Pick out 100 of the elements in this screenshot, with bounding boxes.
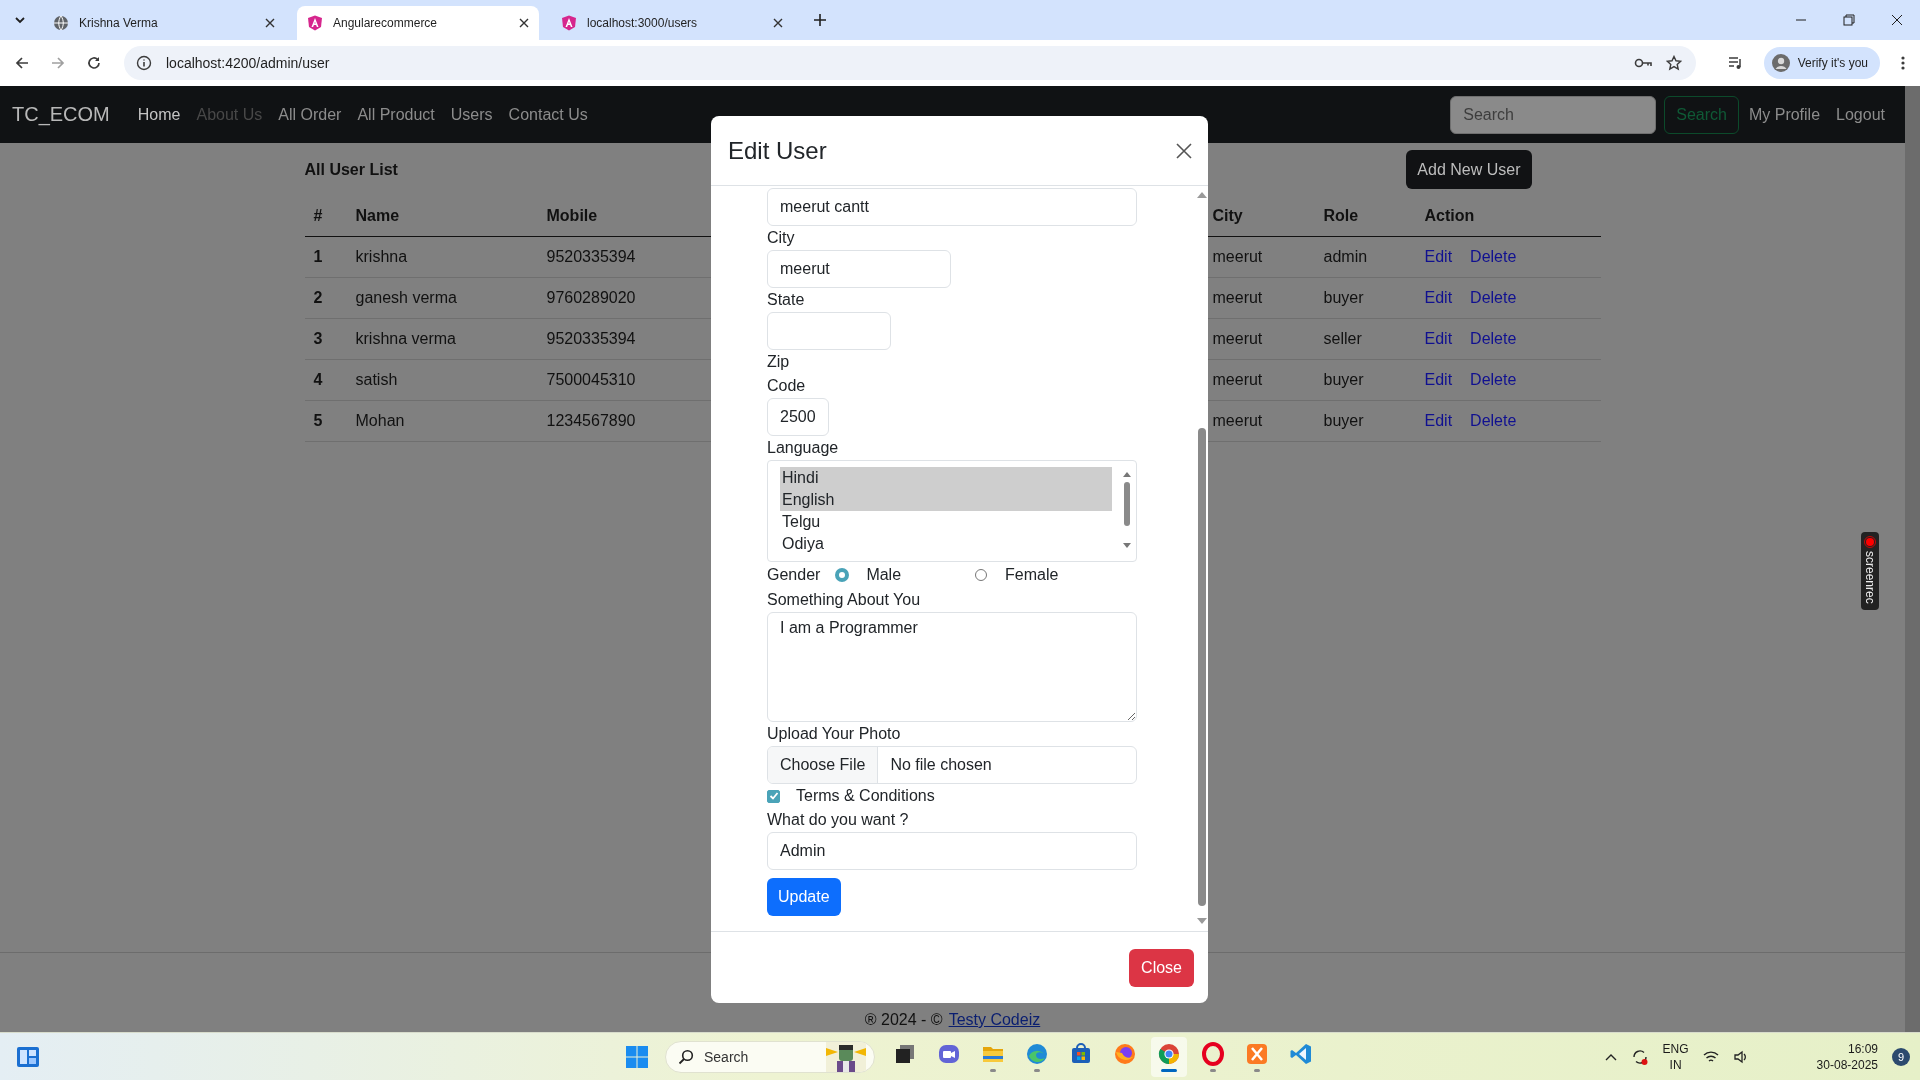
- list-option[interactable]: Telgu: [780, 511, 1112, 533]
- table-cell-text: buyer: [1322, 288, 1365, 308]
- input-field[interactable]: Admin: [767, 832, 1137, 870]
- info-icon[interactable]: [136, 55, 152, 71]
- table-cell-text: meerut: [1211, 288, 1264, 308]
- column-header: Mobile: [545, 206, 599, 226]
- key-icon[interactable]: [1633, 57, 1652, 69]
- list-option[interactable]: English: [780, 489, 1112, 511]
- input-field[interactable]: 2500: [767, 398, 829, 436]
- dialog-title: Edit User: [728, 136, 827, 165]
- nav-link[interactable]: Users: [442, 97, 501, 132]
- store-bag-icon: [1069, 1041, 1093, 1066]
- clock[interactable]: 16:09 30-08-2025: [1816, 1040, 1878, 1073]
- address-bar[interactable]: localhost:4200/admin/user: [124, 46, 1696, 80]
- delete-link[interactable]: Delete: [1470, 409, 1517, 433]
- media-icon[interactable]: [1727, 55, 1744, 71]
- table-cell-text: meerut: [1211, 411, 1264, 431]
- shield-logo-icon: [561, 15, 577, 31]
- nav-link[interactable]: All Order: [270, 97, 350, 132]
- browser-tab[interactable]: Angularecommerce: [297, 6, 539, 40]
- delete-link[interactable]: Delete: [1470, 327, 1517, 351]
- nav-link[interactable]: Home: [129, 97, 189, 132]
- delete-link[interactable]: Delete: [1470, 368, 1517, 392]
- volume-icon[interactable]: [1732, 1049, 1749, 1064]
- search-field[interactable]: Search: [1450, 95, 1657, 134]
- edit-link[interactable]: Edit: [1424, 368, 1453, 392]
- wifi-icon[interactable]: [1702, 1049, 1719, 1064]
- input-field[interactable]: meerut: [767, 250, 951, 288]
- table-cell-text: Mohan: [354, 411, 406, 431]
- add-user-button[interactable]: Add New User: [1406, 150, 1532, 189]
- list-option[interactable]: Odiya: [780, 533, 1112, 555]
- start-icon[interactable]: [625, 1044, 649, 1069]
- browser-tab[interactable]: Krishna Verma: [43, 6, 285, 40]
- field-label: Something About You: [767, 590, 921, 610]
- file-field[interactable]: Choose File No file chosen: [767, 746, 1137, 784]
- taskbar-search[interactable]: Search: [665, 1040, 875, 1073]
- choose-file-button[interactable]: Choose File: [768, 747, 879, 783]
- caret-up-icon[interactable]: [1604, 1052, 1617, 1061]
- checkbox[interactable]: [767, 789, 780, 803]
- checkbox-label: Terms & Conditions: [796, 786, 935, 806]
- edit-link[interactable]: Edit: [1424, 409, 1453, 433]
- radio-button[interactable]: [836, 569, 849, 581]
- table-cell-text: ganesh verma: [354, 288, 458, 308]
- edit-link[interactable]: Edit: [1424, 327, 1453, 351]
- reload-icon[interactable]: [86, 55, 102, 71]
- table-cell-text: 9520335394: [545, 247, 637, 267]
- update-button[interactable]: Update: [767, 878, 841, 916]
- recorder-button[interactable]: screenrec: [1861, 532, 1879, 610]
- table-cell-text: buyer: [1322, 411, 1365, 431]
- table-cell-text: 7500045310: [545, 370, 637, 390]
- close-icon[interactable]: [1176, 142, 1192, 159]
- field-label: City: [767, 228, 796, 248]
- sync-icon[interactable]: [1630, 1047, 1649, 1066]
- new-tab-icon[interactable]: [813, 13, 827, 27]
- input-field[interactable]: meerut cantt: [767, 188, 1137, 226]
- language-indicator[interactable]: ENG IN: [1662, 1040, 1689, 1073]
- listbox[interactable]: Hindi English Telgu Odiya: [767, 460, 1137, 562]
- radio-label: Male: [866, 566, 902, 584]
- star-icon[interactable]: [1665, 55, 1682, 71]
- close-icon[interactable]: [773, 18, 783, 28]
- close-icon[interactable]: [1891, 14, 1903, 26]
- edit-link[interactable]: Edit: [1424, 286, 1453, 310]
- nav-link[interactable]: All Product: [349, 97, 443, 132]
- table-cell-text: 9760289020: [545, 288, 637, 308]
- page-scrollbar[interactable]: [1905, 86, 1920, 1032]
- close-icon[interactable]: [265, 18, 275, 28]
- text-area[interactable]: I am a Programmer: [767, 612, 1137, 722]
- back-icon[interactable]: [14, 55, 30, 71]
- brand-link[interactable]: TC_ECOM: [12, 103, 110, 126]
- delete-link[interactable]: Delete: [1470, 245, 1517, 269]
- swirl-browser-icon: [1025, 1041, 1049, 1066]
- table-cell-text: 2: [312, 288, 324, 308]
- table-cell-text: meerut: [1211, 247, 1264, 267]
- input-field[interactable]: [767, 312, 891, 350]
- nav-link[interactable]: My Profile: [1740, 97, 1829, 132]
- fox-browser-icon: [1113, 1041, 1137, 1066]
- close-button[interactable]: Close: [1129, 948, 1194, 987]
- menu-icon[interactable]: [1900, 55, 1906, 71]
- table-cell-text: admin: [1322, 247, 1369, 267]
- delete-link[interactable]: Delete: [1470, 286, 1517, 310]
- footer-link[interactable]: Testy Codeiz: [948, 1011, 1041, 1029]
- widgets-icon[interactable]: [16, 1045, 40, 1068]
- nav-link[interactable]: Contact Us: [500, 97, 596, 132]
- column-header: #: [312, 206, 324, 226]
- notification-badge[interactable]: 9: [1892, 1047, 1910, 1066]
- nav-link[interactable]: Logout: [1828, 97, 1893, 132]
- column-header: Action: [1423, 206, 1476, 226]
- browser-tab[interactable]: localhost:3000/users: [551, 6, 793, 40]
- restore-icon[interactable]: [1843, 14, 1855, 26]
- close-icon[interactable]: [519, 18, 529, 28]
- ring-browser-icon: [1201, 1041, 1225, 1066]
- forward-icon[interactable]: [50, 55, 66, 71]
- scrollbar[interactable]: [1122, 471, 1132, 549]
- list-option[interactable]: Hindi: [780, 467, 1112, 489]
- profile-button[interactable]: Verify it's you: [1763, 47, 1880, 79]
- crossed-square-icon: [1245, 1041, 1269, 1066]
- avatar-icon: [1771, 54, 1790, 72]
- search-icon: [678, 1048, 694, 1065]
- edit-link[interactable]: Edit: [1424, 245, 1453, 269]
- record-icon: [1864, 536, 1876, 548]
